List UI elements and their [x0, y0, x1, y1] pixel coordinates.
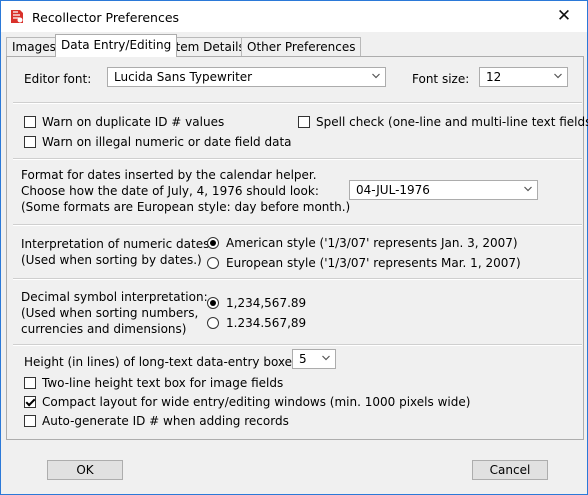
auto-generate-id-checkbox[interactable] — [24, 415, 36, 427]
decimal-note-1: (Used when sorting numbers, — [21, 306, 199, 320]
chevron-down-icon — [322, 355, 330, 361]
data-entry-panel: Editor font: Lucida Sans Typewriter Font… — [6, 56, 588, 440]
european-style-radio[interactable] — [207, 257, 219, 269]
warn-illegal-data-checkbox[interactable] — [24, 136, 36, 148]
numeric-dates-heading: Interpretation of numeric dates: — [21, 237, 214, 251]
american-style-label: American style ('1/3/07' represents Jan.… — [226, 236, 518, 250]
recollector-app-icon — [11, 10, 23, 23]
close-button[interactable]: ✕ — [541, 1, 587, 32]
divider — [13, 278, 582, 280]
preferences-window: Recollector Preferences ✕ Images Data En… — [0, 0, 588, 495]
spell-check-checkbox[interactable] — [298, 116, 310, 128]
long-text-height-label: Height (in lines) of long-text data-entr… — [24, 355, 303, 369]
decimal-note-2: currencies and dimensions) — [21, 322, 187, 336]
long-text-height-dropdown[interactable]: 5 — [292, 349, 336, 369]
date-format-heading: Format for dates inserted by the calenda… — [21, 168, 317, 182]
date-format-instruction: Choose how the date of July, 4, 1976 sho… — [21, 184, 319, 198]
decimal-point-label: 1,234,567.89 — [226, 296, 307, 310]
divider — [13, 102, 582, 104]
decimal-comma-label: 1.234.567,89 — [226, 316, 307, 330]
auto-generate-id-label: Auto-generate ID # when adding records — [42, 414, 289, 428]
warn-duplicate-id-label: Warn on duplicate ID # values — [42, 115, 225, 129]
two-line-height-checkbox[interactable] — [24, 377, 36, 389]
cancel-button[interactable]: Cancel — [472, 460, 548, 480]
font-size-label: Font size: — [412, 72, 470, 86]
decimal-point-radio[interactable] — [207, 297, 219, 309]
numeric-dates-note: (Used when sorting by dates.) — [21, 253, 202, 267]
divider — [13, 158, 582, 160]
tab-images[interactable]: Images — [6, 37, 62, 56]
american-style-radio[interactable] — [207, 237, 219, 249]
chevron-down-icon — [554, 73, 562, 79]
editor-font-dropdown[interactable]: Lucida Sans Typewriter — [107, 67, 386, 87]
decimal-heading: Decimal symbol interpretation: — [21, 290, 208, 304]
tab-data-entry-editing[interactable]: Data Entry/Editing — [55, 34, 178, 57]
tab-other-preferences[interactable]: Other Preferences — [241, 37, 362, 56]
compact-layout-checkbox[interactable] — [24, 396, 36, 408]
compact-layout-label: Compact layout for wide entry/editing wi… — [42, 395, 471, 409]
two-line-height-label: Two-line height text box for image field… — [42, 376, 284, 390]
date-format-value: 04-JUL-1976 — [356, 183, 430, 197]
chevron-down-icon — [372, 73, 380, 79]
divider — [13, 224, 582, 226]
tab-item-details[interactable]: Item Details — [166, 37, 251, 56]
decimal-comma-radio[interactable] — [207, 317, 219, 329]
font-size-value: 12 — [486, 70, 502, 84]
chevron-down-icon — [524, 186, 532, 192]
divider — [13, 344, 582, 346]
date-format-note: (Some formats are European style: day be… — [21, 200, 351, 214]
spell-check-label: Spell check (one-line and multi-line tex… — [316, 115, 588, 129]
title-bar: Recollector Preferences ✕ — [1, 1, 587, 32]
date-format-dropdown[interactable]: 04-JUL-1976 — [349, 180, 538, 200]
tab-strip: Images Data Entry/Editing Item Details O… — [6, 34, 582, 57]
editor-font-label: Editor font: — [24, 72, 92, 86]
warn-illegal-data-label: Warn on illegal numeric or date field da… — [42, 135, 292, 149]
long-text-height-value: 5 — [299, 352, 307, 366]
european-style-label: European style ('1/3/07' represents Mar.… — [226, 256, 521, 270]
editor-font-value: Lucida Sans Typewriter — [114, 70, 253, 84]
close-icon: ✕ — [556, 6, 572, 26]
window-title: Recollector Preferences — [32, 10, 180, 25]
ok-button[interactable]: OK — [47, 460, 123, 480]
font-size-dropdown[interactable]: 12 — [479, 67, 568, 87]
warn-duplicate-id-checkbox[interactable] — [24, 116, 36, 128]
